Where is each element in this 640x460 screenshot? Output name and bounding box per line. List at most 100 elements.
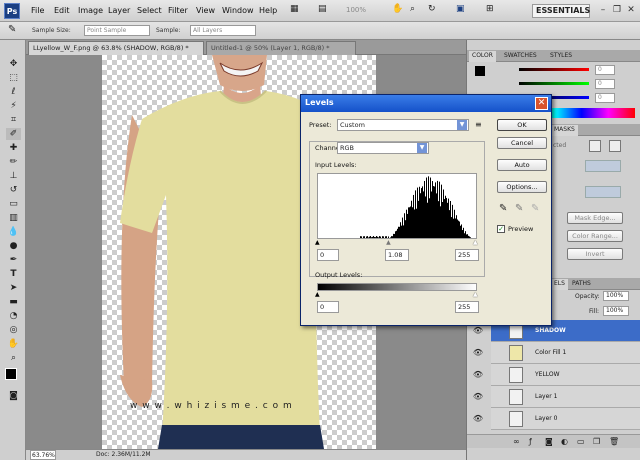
hand-tool-icon[interactable]: ✋ xyxy=(392,4,403,14)
input-white-handle[interactable]: ▲ xyxy=(473,239,478,246)
zoom-level[interactable]: 100% xyxy=(346,6,366,14)
blue-value[interactable]: 0 xyxy=(595,93,615,103)
density-field[interactable] xyxy=(585,160,621,172)
history-brush-tool-icon[interactable]: ↺ xyxy=(6,184,21,196)
restore-icon[interactable]: ❐ xyxy=(610,4,624,17)
invert-button[interactable]: Invert xyxy=(567,248,623,260)
eye-icon[interactable]: 👁 xyxy=(471,408,485,430)
status-zoom[interactable]: 63.76% xyxy=(30,450,56,460)
rotate-view-icon[interactable]: ↻ xyxy=(428,4,436,14)
eyedropper-icon[interactable]: ✎ xyxy=(8,24,16,35)
black-eyedropper-icon[interactable]: ✎ xyxy=(499,203,507,214)
adjustment-layer-icon[interactable]: ◐ xyxy=(561,437,568,446)
output-white-handle[interactable]: ▲ xyxy=(473,291,478,298)
layer-row[interactable]: Layer 1 xyxy=(491,386,640,408)
foreground-color-swatch[interactable] xyxy=(5,368,17,380)
layer-row[interactable]: Color Fill 1 xyxy=(491,342,640,364)
3d-orbit-tool-icon[interactable]: ◎ xyxy=(6,324,21,336)
clone-stamp-tool-icon[interactable]: ⊥ xyxy=(6,170,21,182)
output-black-field[interactable]: 0 xyxy=(317,301,339,313)
channel-select[interactable]: RGB ▼ xyxy=(337,142,429,154)
delete-layer-icon[interactable]: 🗑 xyxy=(609,437,619,446)
shape-tool-icon[interactable]: ▬ xyxy=(6,296,21,308)
feather-field[interactable] xyxy=(585,186,621,198)
options-button[interactable]: Options... xyxy=(497,181,547,193)
healing-brush-tool-icon[interactable]: ✚ xyxy=(6,142,21,154)
fg-color-chip[interactable] xyxy=(475,66,485,76)
green-value[interactable]: 0 xyxy=(595,79,615,89)
input-black-handle[interactable]: ▲ xyxy=(315,239,320,246)
eraser-tool-icon[interactable]: ▭ xyxy=(6,198,21,210)
pen-tool-icon[interactable]: ✒ xyxy=(6,254,21,266)
cancel-button[interactable]: Cancel xyxy=(497,137,547,149)
eye-icon[interactable]: 👁 xyxy=(471,386,485,408)
workspace-switcher[interactable]: ESSENTIALS xyxy=(532,4,590,18)
tab-document-active[interactable]: LLyellow_W_F.png @ 63.8% (SHADOW, RGB/8)… xyxy=(28,41,204,55)
menu-window[interactable]: Window xyxy=(222,6,254,15)
close-icon[interactable]: ✕ xyxy=(624,4,638,17)
output-slider-track[interactable]: ▲ ▲ xyxy=(315,291,479,298)
marquee-tool-icon[interactable]: ⬚ xyxy=(6,72,21,84)
dodge-tool-icon[interactable]: ● xyxy=(6,240,21,252)
magic-wand-tool-icon[interactable]: ⚡ xyxy=(6,100,21,112)
menu-file[interactable]: File xyxy=(31,6,44,15)
color-range-button[interactable]: Color Range... xyxy=(567,230,623,242)
fill-field[interactable]: 100% xyxy=(603,306,629,316)
layer-row[interactable]: YELLOW xyxy=(491,364,640,386)
red-slider[interactable] xyxy=(519,68,589,71)
white-eyedropper-icon[interactable]: ✎ xyxy=(531,203,539,214)
arrange-documents-icon[interactable]: ▣ xyxy=(456,4,465,14)
layer-style-icon[interactable]: ƒ xyxy=(529,437,532,446)
preview-checkbox[interactable]: ✓ xyxy=(497,225,505,233)
new-layer-icon[interactable]: ❐ xyxy=(593,437,600,446)
quick-mask-icon[interactable]: ◙ xyxy=(6,390,21,402)
menu-image[interactable]: Image xyxy=(78,6,103,15)
close-icon[interactable]: ✕ xyxy=(535,97,548,110)
red-value[interactable]: 0 xyxy=(595,65,615,75)
eyedropper-tool-icon[interactable]: ✐ xyxy=(6,128,21,140)
menu-filter[interactable]: Filter xyxy=(168,6,188,15)
zoom-tool-icon[interactable]: ⌕ xyxy=(6,352,21,364)
hand-tool-icon[interactable]: ✋ xyxy=(6,338,21,350)
menu-layer[interactable]: Layer xyxy=(108,6,130,15)
tab-color[interactable]: COLOR xyxy=(469,51,496,62)
minimize-icon[interactable]: – xyxy=(596,4,610,17)
auto-button[interactable]: Auto xyxy=(497,159,547,171)
input-white-field[interactable]: 255 xyxy=(455,249,479,261)
gray-eyedropper-icon[interactable]: ✎ xyxy=(515,203,523,214)
add-mask-icon[interactable]: ◙ xyxy=(545,437,553,446)
tab-layers[interactable]: ELS xyxy=(551,279,568,290)
type-tool-icon[interactable]: T xyxy=(6,268,21,280)
blur-tool-icon[interactable]: 💧 xyxy=(6,226,21,238)
move-tool-icon[interactable]: ✥ xyxy=(6,58,21,70)
preset-select[interactable]: Custom ▼ xyxy=(337,119,469,131)
new-group-icon[interactable]: ▭ xyxy=(577,437,585,446)
sample-select[interactable]: All Layers xyxy=(190,25,256,36)
preset-options-icon[interactable]: ≡ xyxy=(475,120,482,129)
path-selection-tool-icon[interactable]: ➤ xyxy=(6,282,21,294)
output-white-field[interactable]: 255 xyxy=(455,301,479,313)
layer-row[interactable]: Layer 0 xyxy=(491,408,640,430)
input-black-field[interactable]: 0 xyxy=(317,249,339,261)
menu-edit[interactable]: Edit xyxy=(54,6,70,15)
ok-button[interactable]: OK xyxy=(497,119,547,131)
pixel-mask-icon[interactable] xyxy=(589,140,601,152)
screen-mode-icon[interactable]: ⊞ xyxy=(486,4,494,14)
eye-icon[interactable]: 👁 xyxy=(471,342,485,364)
menu-help[interactable]: Help xyxy=(259,6,277,15)
tab-paths[interactable]: PATHS xyxy=(569,279,594,290)
eye-icon[interactable]: 👁 xyxy=(471,364,485,386)
view-extras-icon[interactable]: ▤ xyxy=(318,4,327,14)
levels-dialog-title[interactable]: Levels xyxy=(301,95,551,112)
tab-swatches[interactable]: SWATCHES xyxy=(501,51,540,62)
brush-tool-icon[interactable]: ✏ xyxy=(6,156,21,168)
input-slider-track[interactable]: ▲ ▲ ▲ xyxy=(315,239,479,246)
opacity-field[interactable]: 100% xyxy=(603,291,629,301)
input-gamma-field[interactable]: 1.08 xyxy=(385,249,409,261)
sample-size-select[interactable]: Point Sample xyxy=(84,25,150,36)
green-slider[interactable] xyxy=(519,82,589,85)
lasso-tool-icon[interactable]: ℓ xyxy=(6,86,21,98)
tab-styles[interactable]: STYLES xyxy=(547,51,575,62)
menu-view[interactable]: View xyxy=(196,6,215,15)
crop-tool-icon[interactable]: ⌗ xyxy=(6,114,21,126)
